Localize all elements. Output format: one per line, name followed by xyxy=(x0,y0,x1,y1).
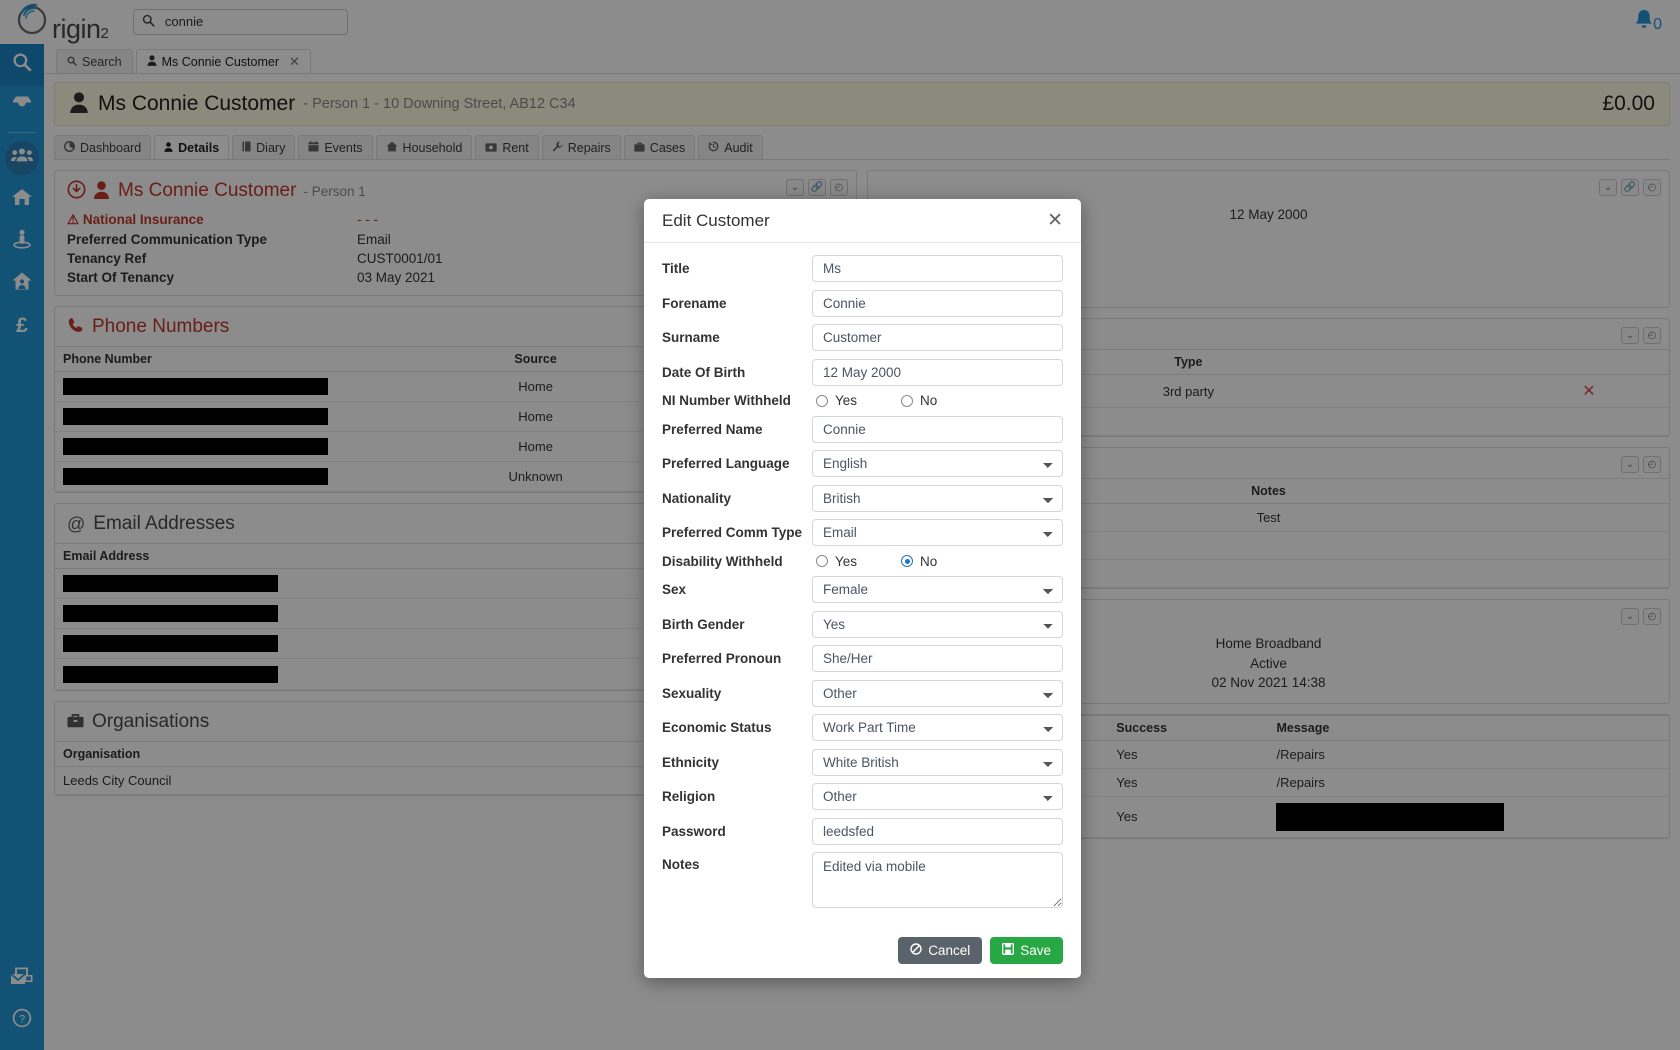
field-label: Birth Gender xyxy=(662,616,745,632)
field-preferred-comm-type: Preferred Comm Type xyxy=(662,519,1063,546)
religion-select[interactable] xyxy=(812,783,1063,810)
economic-status-select[interactable] xyxy=(812,714,1063,741)
field-preferred-name: Preferred Name xyxy=(662,415,1063,443)
nationality-select[interactable] xyxy=(812,484,1063,512)
field-label: Ethnicity xyxy=(662,754,720,770)
field-sexuality: Sexuality xyxy=(662,679,1063,707)
ethnicity-select[interactable] xyxy=(812,748,1063,776)
preferred-language-select[interactable] xyxy=(812,450,1063,477)
field-label: Religion xyxy=(662,789,716,804)
field-title: Title xyxy=(662,255,1063,282)
field-label: Date Of Birth xyxy=(662,364,746,380)
radio-dot xyxy=(816,555,828,567)
preferred-name-input[interactable] xyxy=(812,415,1063,443)
field-label: Preferred Comm Type xyxy=(662,525,803,540)
field-disability-withheld: Disability Withheld Yes No xyxy=(662,554,1063,569)
save-button[interactable]: Save xyxy=(990,936,1063,964)
field-label: Preferred Pronoun xyxy=(662,651,782,666)
title-input[interactable] xyxy=(812,255,1063,282)
edit-customer-dialog: Edit Customer ✕ Title Forename Surname D… xyxy=(644,199,1081,978)
field-notes: Notes Edited via mobile xyxy=(662,852,1063,911)
ban-icon xyxy=(910,942,922,958)
field-ni-number-withheld: NI Number Withheld Yes No xyxy=(662,393,1063,408)
radio-label: Yes xyxy=(835,553,858,569)
preferred-pronoun-input[interactable] xyxy=(812,645,1063,672)
dialog-body: Title Forename Surname Date Of Birth NI … xyxy=(644,243,1081,925)
field-forename: Forename xyxy=(662,289,1063,317)
dialog-title: Edit Customer xyxy=(662,210,770,230)
field-nationality: Nationality xyxy=(662,484,1063,512)
radio-dot-selected xyxy=(901,555,914,567)
radio-dot xyxy=(816,394,828,407)
field-label: Preferred Name xyxy=(662,421,763,437)
cancel-button[interactable]: Cancel xyxy=(898,936,983,964)
field-birth-gender: Birth Gender xyxy=(662,610,1063,638)
forename-input[interactable] xyxy=(812,289,1063,317)
field-preferred-pronoun: Preferred Pronoun xyxy=(662,645,1063,672)
birth-gender-select[interactable] xyxy=(812,610,1063,638)
app-root: rigin 2 0 xyxy=(0,0,1680,1050)
field-religion: Religion xyxy=(662,783,1063,810)
field-label: Notes xyxy=(662,857,700,872)
field-label: Forename xyxy=(662,295,727,311)
field-economic-status: Economic Status xyxy=(662,714,1063,741)
cancel-button-label: Cancel xyxy=(928,942,971,958)
field-label: Economic Status xyxy=(662,720,772,735)
notes-textarea[interactable]: Edited via mobile xyxy=(812,852,1063,908)
field-label: Password xyxy=(662,823,726,839)
field-password: Password xyxy=(662,817,1063,845)
field-label: NI Number Withheld xyxy=(662,393,791,408)
field-label: Disability Withheld xyxy=(662,553,783,569)
date-of-birth-input[interactable] xyxy=(812,358,1063,386)
field-sex: Sex xyxy=(662,576,1063,603)
password-input[interactable] xyxy=(812,817,1063,845)
radio-label: Yes xyxy=(835,393,858,408)
radio-label: No xyxy=(920,393,938,408)
field-label: Sexuality xyxy=(662,685,722,701)
sex-select[interactable] xyxy=(812,576,1063,603)
dialog-footer: Cancel Save xyxy=(644,925,1081,978)
disability-withheld-yes-radio[interactable]: Yes xyxy=(816,554,857,569)
field-ethnicity: Ethnicity xyxy=(662,748,1063,776)
ni-withheld-no-radio[interactable]: No xyxy=(901,393,937,408)
radio-label: No xyxy=(920,553,938,569)
field-label: Nationality xyxy=(662,490,732,506)
preferred-comm-type-select[interactable] xyxy=(812,519,1063,546)
close-icon[interactable]: ✕ xyxy=(1047,211,1063,230)
ni-withheld-yes-radio[interactable]: Yes xyxy=(816,393,857,408)
field-label: Sex xyxy=(662,582,687,597)
field-label: Title xyxy=(662,261,690,276)
disability-withheld-no-radio[interactable]: No xyxy=(901,554,937,569)
dialog-header: Edit Customer ✕ xyxy=(644,199,1081,243)
field-date-of-birth: Date Of Birth xyxy=(662,358,1063,386)
field-preferred-language: Preferred Language xyxy=(662,450,1063,477)
radio-dot xyxy=(901,394,914,407)
sexuality-select[interactable] xyxy=(812,679,1063,707)
field-label: Preferred Language xyxy=(662,456,790,471)
field-label: Surname xyxy=(662,330,720,345)
field-surname: Surname xyxy=(662,324,1063,351)
floppy-icon xyxy=(1002,942,1015,958)
surname-input[interactable] xyxy=(812,324,1063,351)
save-button-label: Save xyxy=(1020,942,1051,958)
